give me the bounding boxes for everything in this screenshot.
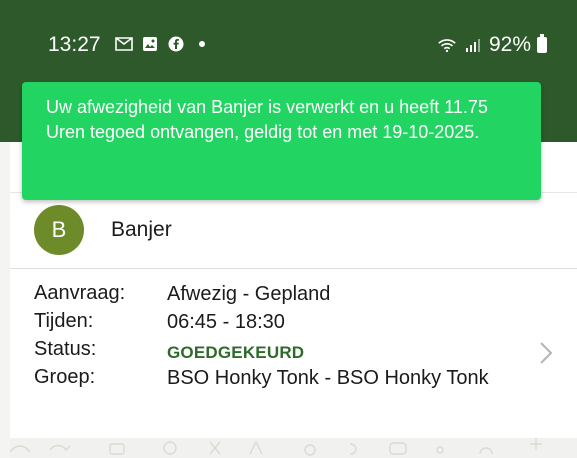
request-label: Aanvraag: [34,282,126,304]
avatar: B [34,205,84,255]
chevron-right-icon[interactable] [538,340,554,373]
child-name: Banjer [111,218,172,241]
divider [10,268,577,269]
battery-percentage: 92% [488,33,531,56]
wifi-icon [437,35,457,55]
notification-icons [114,34,212,54]
status-badge: GOEDGEKEURD [167,343,305,362]
group-label: Groep: [34,366,96,388]
times-label: Tijden: [34,310,94,332]
gallery-icon [140,34,160,54]
group-value: BSO Honky Tonk - BSO Honky Tonk [167,367,489,389]
signal-icon [463,35,483,55]
battery-icon [537,34,547,53]
status-label: Status: [34,338,97,360]
avatar-initial: B [51,217,67,242]
status-bar: 13:27 92% [0,0,577,70]
request-value: Afwezig - Gepland [167,283,331,305]
facebook-icon [166,34,186,54]
notification-toast[interactable]: Uw afwezigheid van Banjer is verwerkt en… [22,82,541,200]
background-pattern [10,438,577,458]
toast-message: Uw afwezigheid van Banjer is verwerkt en… [46,97,488,142]
status-time: 13:27 [48,33,101,56]
dot-icon [192,34,212,54]
times-value: 06:45 - 18:30 [167,311,285,333]
system-icons: 92% [437,33,547,57]
gmail-icon [114,34,134,54]
